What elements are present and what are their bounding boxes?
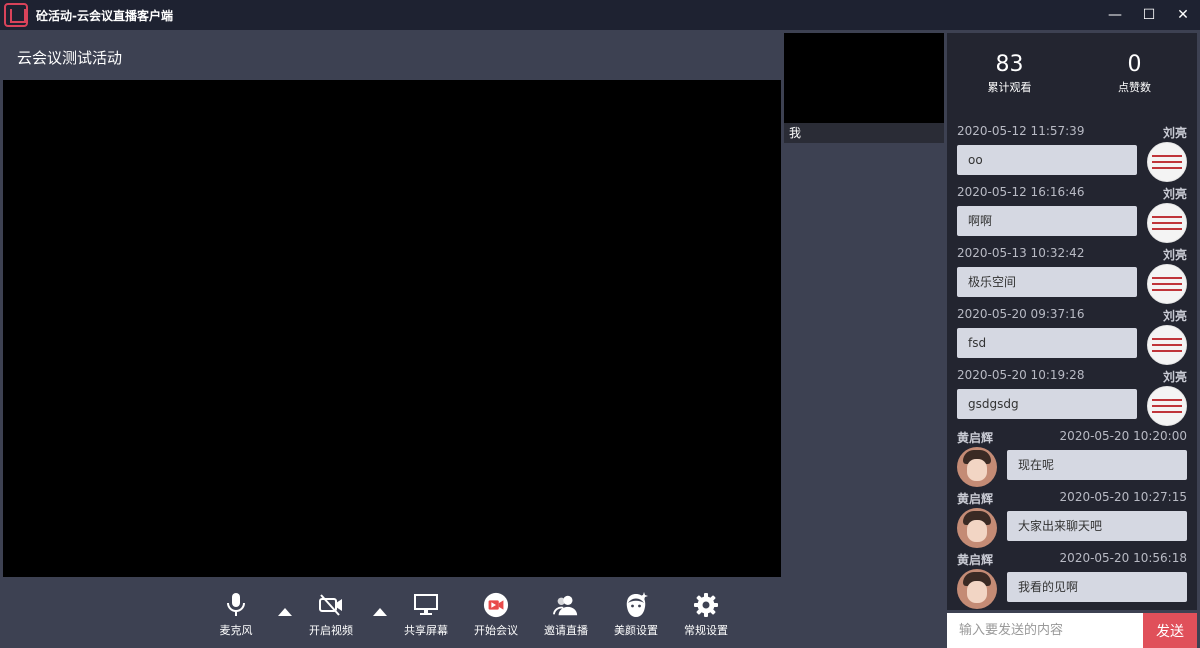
chat-message-bubble: 现在呢	[1007, 450, 1187, 480]
chat-message-sender: 刘亮	[1162, 309, 1187, 323]
side-panel: 83 累计观看 0 点赞数 2020-05-12 11:57:39 刘亮 oo 202…	[947, 33, 1197, 610]
chat-message-time: 2020-05-20 10:20:00	[1059, 429, 1187, 443]
chat-message-meta: 黄启辉 2020-05-20 10:27:15	[957, 490, 1187, 507]
chat-message-time: 2020-05-20 10:56:18	[1059, 551, 1187, 565]
chat-message-sender: 刘亮	[1162, 187, 1187, 201]
video-toggle-button[interactable]: 开启视频	[301, 585, 361, 641]
microphone-label: 麦克风	[219, 624, 253, 637]
meeting-toolbar: 麦克风 开启视频 共享屏幕 开始会议 邀请直播 美颜设置 常规设置	[0, 585, 783, 645]
microphone-options-caret[interactable]	[278, 608, 292, 616]
chat-message-bubble: 极乐空间	[957, 267, 1137, 297]
microphone-button[interactable]: 麦克风	[206, 585, 266, 641]
chat-message-sender: 黄启辉	[957, 553, 994, 567]
general-settings-button[interactable]: 常规设置	[676, 585, 736, 641]
video-options-caret[interactable]	[373, 608, 387, 616]
beauty-settings-label: 美颜设置	[614, 624, 658, 637]
chat-message-time: 2020-05-12 11:57:39	[957, 124, 1085, 138]
video-off-icon	[318, 592, 344, 618]
likes-label: 点赞数	[1118, 80, 1151, 94]
likes-count: 0	[1127, 51, 1142, 77]
chat-message: 2020-05-12 11:57:39 刘亮 oo	[947, 118, 1197, 182]
chat-message-time: 2020-05-20 10:27:15	[1059, 490, 1187, 504]
chat-message-time: 2020-05-13 10:32:42	[957, 246, 1085, 260]
views-stat: 83 累计观看	[947, 33, 1072, 113]
activity-title: 云会议测试活动	[17, 49, 123, 67]
self-video-preview: 我	[784, 33, 944, 143]
chat-message-meta: 黄启辉 2020-05-20 10:56:18	[957, 551, 1187, 568]
photo-avatar-icon	[957, 447, 997, 487]
invite-live-button[interactable]: 邀请直播	[536, 585, 596, 641]
chat-message-bubble: 大家出来聊天吧	[1007, 511, 1187, 541]
chat-message-meta: 黄启辉 2020-05-20 10:20:00	[957, 429, 1187, 446]
app-logo-icon	[4, 3, 28, 27]
chat-message: 黄启辉 2020-05-20 10:27:15 大家出来聊天吧	[947, 484, 1197, 548]
self-preview-label: 我	[784, 123, 944, 143]
chat-message-bubble: fsd	[957, 328, 1137, 358]
seal-avatar-icon	[1147, 203, 1187, 243]
chat-message-time: 2020-05-12 16:16:46	[957, 185, 1085, 199]
chat-message: 2020-05-13 10:32:42 刘亮极乐空间	[947, 240, 1197, 304]
chat-message-time: 2020-05-20 09:37:16	[957, 307, 1085, 321]
window-title: 砼活动-云会议直播客户端	[36, 8, 173, 23]
chat-message-sender: 黄启辉	[957, 492, 994, 506]
close-button[interactable]: ✕	[1166, 0, 1200, 30]
chat-message-meta: 2020-05-20 09:37:16 刘亮	[957, 307, 1187, 324]
beauty-face-icon	[623, 592, 649, 618]
photo-avatar-icon	[957, 569, 997, 609]
chat-message: 2020-05-12 16:16:46 刘亮啊啊	[947, 179, 1197, 243]
invite-live-label: 邀请直播	[544, 624, 588, 637]
general-settings-label: 常规设置	[684, 624, 728, 637]
chat-message-sender: 刘亮	[1162, 248, 1187, 262]
window-controls: — ☐ ✕	[1098, 0, 1200, 30]
video-toggle-label: 开启视频	[309, 624, 353, 637]
chat-message-bubble: gsdgsdg	[957, 389, 1137, 419]
chat-message-bubble: 我看的见啊	[1007, 572, 1187, 602]
maximize-button[interactable]: ☐	[1132, 0, 1166, 30]
gear-icon	[693, 592, 719, 618]
send-button[interactable]: 发送	[1143, 613, 1197, 648]
chat-message-sender: 黄启辉	[957, 431, 994, 445]
chat-message-sender: 刘亮	[1162, 370, 1187, 384]
start-meeting-icon	[483, 592, 509, 618]
views-count: 83	[995, 51, 1024, 77]
chat-message-bubble: oo	[957, 145, 1137, 175]
main-video-area	[3, 80, 781, 577]
chat-message-meta: 2020-05-20 10:19:28 刘亮	[957, 368, 1187, 385]
chat-message-meta: 2020-05-12 16:16:46 刘亮	[957, 185, 1187, 202]
share-screen-label: 共享屏幕	[404, 624, 448, 637]
chat-input[interactable]	[947, 613, 1143, 648]
chat-message-sender: 刘亮	[1162, 126, 1187, 140]
chat-input-row: 发送	[947, 613, 1197, 648]
photo-avatar-icon	[957, 508, 997, 548]
chat-message-list[interactable]: 2020-05-12 11:57:39 刘亮 oo 2020-05-12 16:16:…	[947, 118, 1197, 610]
beauty-settings-button[interactable]: 美颜设置	[606, 585, 666, 641]
likes-stat: 0 点赞数	[1072, 33, 1197, 113]
microphone-icon	[223, 592, 249, 618]
seal-avatar-icon	[1147, 264, 1187, 304]
share-screen-button[interactable]: 共享屏幕	[396, 585, 456, 641]
seal-avatar-icon	[1147, 386, 1187, 426]
chat-message-time: 2020-05-20 10:19:28	[957, 368, 1085, 382]
monitor-icon	[413, 592, 439, 618]
chat-message-meta: 2020-05-12 11:57:39 刘亮	[957, 124, 1187, 141]
users-icon	[553, 592, 579, 618]
seal-avatar-icon	[1147, 142, 1187, 182]
minimize-button[interactable]: —	[1098, 0, 1132, 30]
start-meeting-label: 开始会议	[474, 624, 518, 637]
start-meeting-button[interactable]: 开始会议	[466, 585, 526, 641]
chat-message: 黄启辉 2020-05-20 10:20:00 现在呢	[947, 423, 1197, 487]
chat-message: 2020-05-20 10:19:28 刘亮 gsdgsdg	[947, 362, 1197, 426]
title-bar: 砼活动-云会议直播客户端 — ☐ ✕	[0, 0, 1200, 30]
seal-avatar-icon	[1147, 325, 1187, 365]
chat-message-meta: 2020-05-13 10:32:42 刘亮	[957, 246, 1187, 263]
views-label: 累计观看	[987, 80, 1032, 94]
chat-message: 黄启辉 2020-05-20 10:56:18 我看的见啊	[947, 545, 1197, 609]
stats-bar: 83 累计观看 0 点赞数	[947, 33, 1197, 113]
chat-message-bubble: 啊啊	[957, 206, 1137, 236]
chat-message: 2020-05-20 09:37:16 刘亮 fsd	[947, 301, 1197, 365]
